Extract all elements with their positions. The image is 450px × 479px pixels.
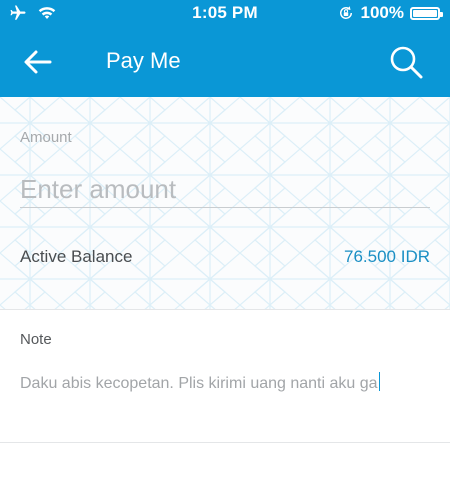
page-title: Pay Me [106, 48, 181, 73]
battery-percent: 100% [360, 3, 404, 22]
app-bar: Pay Me [0, 27, 450, 97]
status-right-icons: 100% [337, 3, 443, 23]
note-label: Note [20, 331, 52, 348]
note-section: Note Daku abis kecopetan. Plis kirimi ua… [0, 310, 450, 443]
text-cursor [378, 372, 380, 391]
rotation-lock-icon [339, 6, 352, 19]
active-balance-label: Active Balance [20, 247, 133, 266]
note-input[interactable]: Daku abis kecopetan. Plis kirimi uang na… [20, 372, 430, 396]
search-icon[interactable] [388, 44, 424, 80]
battery-icon [410, 6, 443, 20]
back-arrow-icon[interactable] [22, 47, 54, 77]
note-text: Daku abis kecopetan. Plis kirimi uang na… [20, 375, 378, 392]
active-balance-value: 76.500 IDR [344, 247, 430, 266]
amount-label: Amount [20, 129, 72, 146]
amount-input[interactable] [20, 171, 430, 208]
status-bar: 1:05 PM 100% [0, 0, 450, 27]
amount-section: Amount Active Balance 76.500 IDR [0, 97, 450, 310]
